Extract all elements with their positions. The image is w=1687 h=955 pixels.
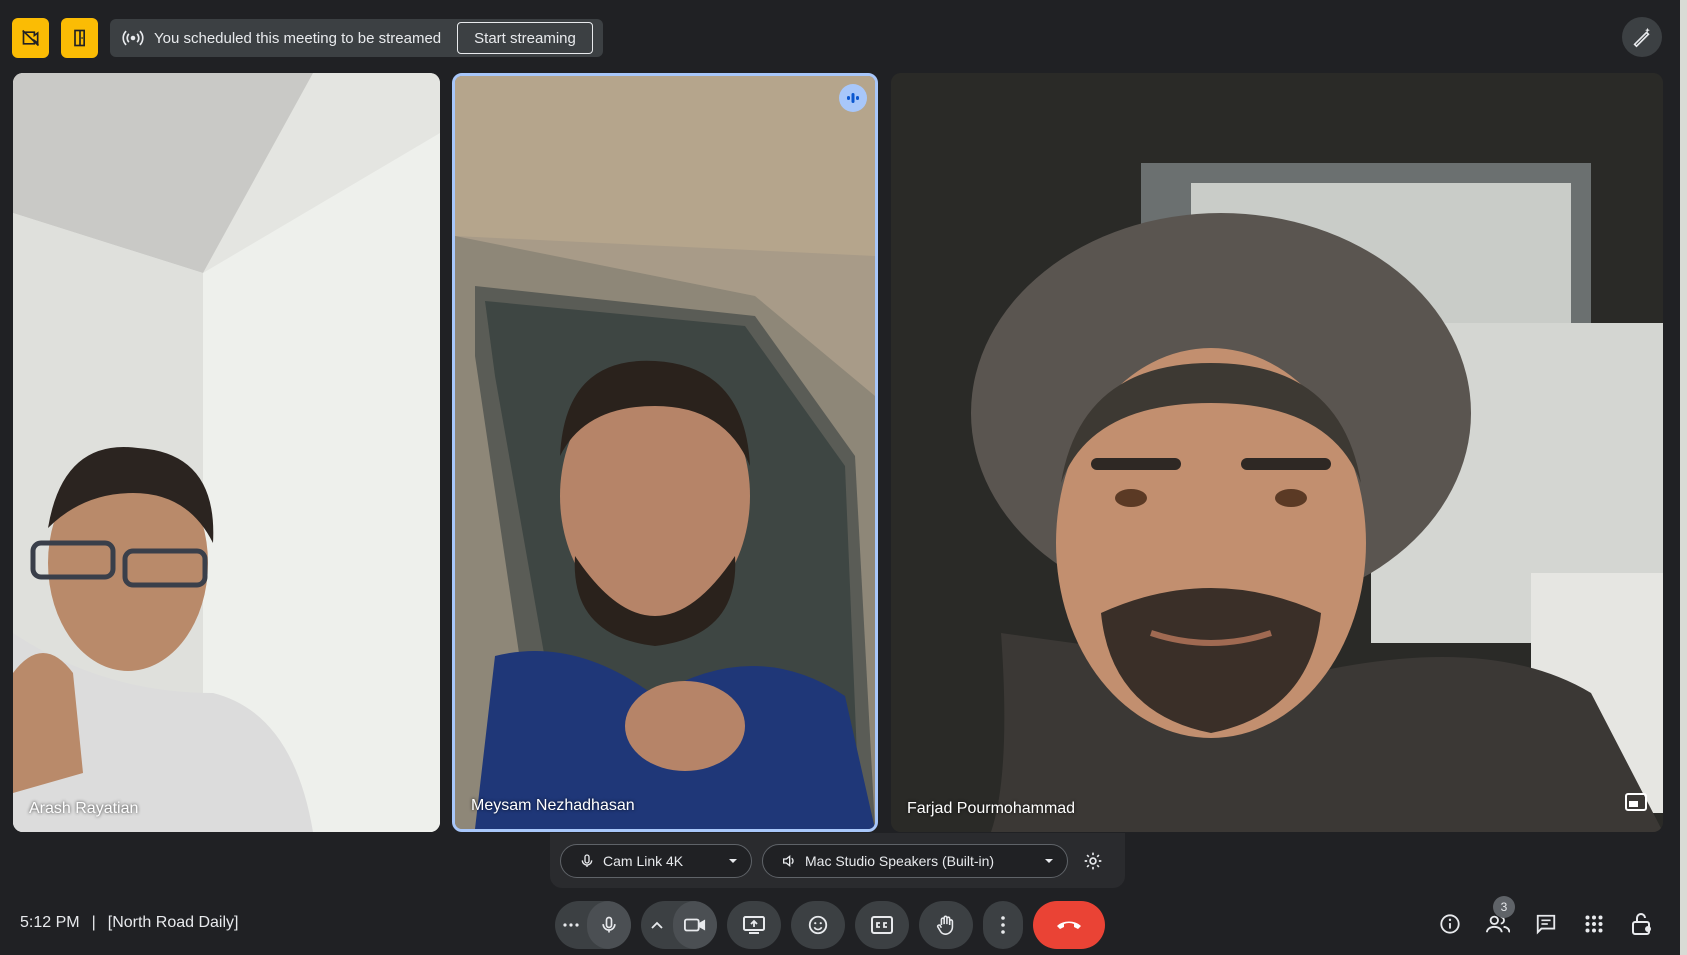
captions-button[interactable] xyxy=(855,901,909,949)
more-vert-icon xyxy=(1001,916,1005,934)
leave-call-button[interactable] xyxy=(1033,901,1105,949)
edit-button[interactable] xyxy=(1622,17,1662,57)
device-settings-bar: Cam Link 4K Mac Studio Speakers (Built-i… xyxy=(550,833,1125,888)
chat-icon xyxy=(1536,914,1556,935)
meeting-title: [North Road Daily] xyxy=(107,914,239,931)
meeting-details-button[interactable] xyxy=(1432,904,1468,944)
people-button[interactable]: 3 xyxy=(1480,896,1516,944)
raise-hand-icon xyxy=(936,915,954,935)
call-end-icon xyxy=(1057,921,1081,929)
participant-tile[interactable]: Arash Rayatian xyxy=(13,73,440,832)
picture-in-picture-icon xyxy=(1625,793,1647,811)
people-count-badge: 3 xyxy=(1493,896,1515,918)
mic-toggle-button[interactable] xyxy=(587,901,631,949)
closed-caption-icon xyxy=(871,916,893,934)
stream-status-text: You scheduled this meeting to be streame… xyxy=(154,29,442,47)
present-button[interactable] xyxy=(727,901,781,949)
meeting-details: 5:12 PM | [North Road Daily] xyxy=(20,914,238,932)
broadcast-icon xyxy=(122,30,144,46)
participant-name: Arash Rayatian xyxy=(29,800,139,817)
audio-level-icon xyxy=(847,93,859,103)
door-exit-icon xyxy=(73,29,85,47)
pip-button[interactable] xyxy=(1625,793,1647,816)
participant-name: Meysam Nezhadhasan xyxy=(471,797,635,814)
window-edge xyxy=(1680,0,1687,955)
more-audio-options-button[interactable] xyxy=(555,901,587,949)
camera-control xyxy=(641,901,717,949)
participant-video xyxy=(13,73,440,832)
videocam-icon xyxy=(684,918,706,932)
more-horiz-icon xyxy=(563,923,579,927)
more-options-button[interactable] xyxy=(983,901,1023,949)
video-off-button[interactable] xyxy=(12,18,49,58)
mic-control xyxy=(555,901,631,949)
participant-video xyxy=(455,76,875,829)
participant-video xyxy=(891,73,1663,832)
host-controls-button[interactable] xyxy=(1624,904,1660,944)
meeting-separator: | xyxy=(91,914,96,931)
call-controls xyxy=(555,901,1105,949)
participant-name: Farjad Pourmohammad xyxy=(907,800,1076,817)
raise-hand-button[interactable] xyxy=(919,901,973,949)
mic-icon xyxy=(581,853,593,867)
mic-icon xyxy=(602,916,616,933)
info-icon xyxy=(1440,914,1460,934)
speaking-indicator xyxy=(839,84,867,112)
video-off-icon xyxy=(21,29,39,47)
chat-button[interactable] xyxy=(1528,904,1564,944)
stream-banner: You scheduled this meeting to be streame… xyxy=(110,19,603,57)
camera-toggle-button[interactable] xyxy=(673,901,717,949)
speaker-label: Mac Studio Speakers (Built-in) xyxy=(805,852,995,869)
reactions-button[interactable] xyxy=(791,901,845,949)
meeting-time: 5:12 PM xyxy=(20,914,80,931)
gear-icon xyxy=(1084,852,1102,869)
door-exit-button[interactable] xyxy=(61,18,98,58)
chevron-down-icon xyxy=(729,858,737,863)
participant-tile[interactable]: Farjad Pourmohammad xyxy=(891,73,1663,832)
present-to-all-icon xyxy=(743,916,765,934)
side-panel-controls: 3 xyxy=(1432,896,1660,944)
microphone-select[interactable]: Cam Link 4K xyxy=(560,843,752,878)
emoji-icon xyxy=(808,915,828,935)
start-streaming-button[interactable]: Start streaming xyxy=(457,22,593,54)
magic-pen-icon xyxy=(1633,27,1650,48)
participant-tile-active[interactable]: Meysam Nezhadhasan xyxy=(452,73,878,832)
speaker-select[interactable]: Mac Studio Speakers (Built-in) xyxy=(762,843,1068,878)
lock-person-icon xyxy=(1632,913,1651,935)
top-bar: You scheduled this meeting to be streame… xyxy=(12,17,603,59)
microphone-label: Cam Link 4K xyxy=(603,852,684,869)
chevron-down-icon xyxy=(1045,858,1053,863)
apps-grid-icon xyxy=(1585,915,1603,933)
volume-icon xyxy=(783,854,794,867)
camera-options-button[interactable] xyxy=(641,901,673,949)
chevron-up-icon xyxy=(651,921,663,929)
audio-settings-button[interactable] xyxy=(1078,846,1108,876)
activities-button[interactable] xyxy=(1576,904,1612,944)
